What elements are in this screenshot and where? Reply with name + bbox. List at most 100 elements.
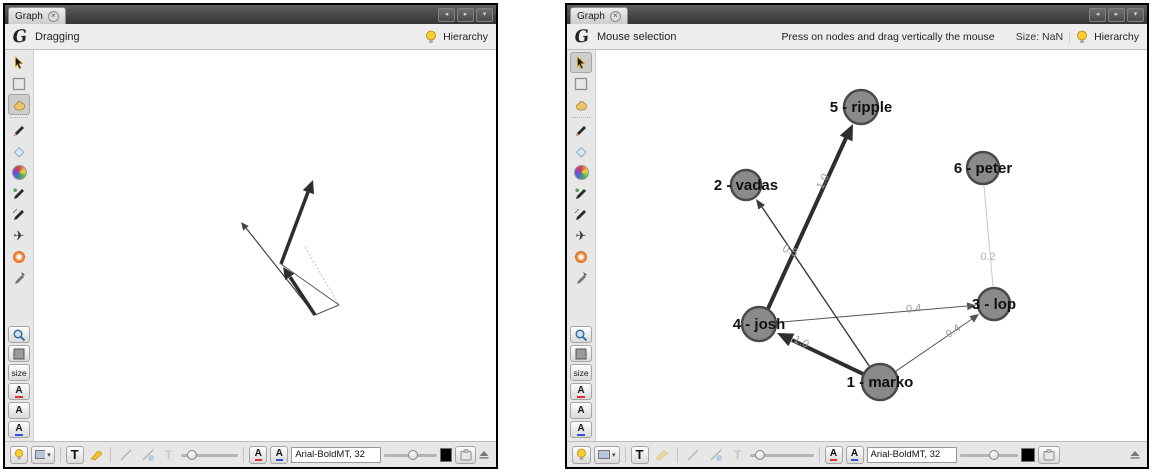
size-mode-button[interactable]: size (8, 364, 30, 381)
color-wheel-icon (12, 165, 27, 180)
tab-label: Graph (15, 11, 43, 22)
label-color-mode-button[interactable]: A (8, 383, 30, 400)
label-size-mode-button[interactable]: A (570, 421, 592, 438)
heatmap-button[interactable] (8, 246, 30, 267)
edge-marko-josh (290, 277, 315, 315)
screenshot-button[interactable] (1038, 446, 1060, 464)
label-plain-mode-button[interactable]: A (570, 402, 592, 419)
edge-line-option-button[interactable] (683, 446, 703, 464)
edge-label-option-button[interactable]: T (729, 446, 747, 464)
cursor-tool-button[interactable] (570, 52, 592, 73)
show-node-labels-button[interactable]: T (631, 446, 649, 464)
screenshot-icon (459, 448, 472, 461)
edge-color-option-button[interactable] (138, 446, 157, 464)
tab-graph[interactable]: Graph × (570, 7, 628, 24)
edge-scale-slider[interactable] (181, 449, 239, 461)
edge-pencil-button[interactable] (570, 204, 592, 225)
edge-pencil-button[interactable] (8, 204, 30, 225)
shortest-path-button[interactable]: ✈ (570, 225, 592, 246)
edge-josh-ripple (761, 138, 846, 324)
label-size-slider[interactable] (960, 449, 1018, 461)
slider-knob[interactable] (755, 450, 765, 460)
zoom-tool-button[interactable] (570, 326, 592, 343)
tab-scroll-right-button[interactable]: ▸ (1108, 8, 1125, 22)
show-edges-button[interactable] (87, 446, 106, 464)
graph-canvas[interactable] (34, 50, 496, 441)
size-mode-button[interactable]: size (570, 364, 592, 381)
labels-light-button[interactable] (572, 446, 591, 464)
node-label-font-button[interactable]: A (270, 446, 288, 464)
graph-svg: 1.0 0.5 1.0 0.4 0.4 0.2 5 - ripple 2 - v… (596, 50, 1147, 441)
slider-knob[interactable] (408, 450, 418, 460)
label-size-slider[interactable] (384, 449, 436, 461)
painter-tool-button[interactable] (570, 120, 592, 141)
collapse-toolbar-button[interactable] (479, 450, 491, 459)
graph-node-lop[interactable]: 3 - lop (972, 288, 1016, 320)
color-tool-button[interactable] (8, 162, 30, 183)
background-combo[interactable]: ▾ (31, 446, 55, 464)
collapse-toolbar-button[interactable] (1130, 450, 1142, 459)
node-label-color-button[interactable]: A (825, 446, 843, 464)
labels-light-button[interactable] (10, 446, 28, 464)
edge-color-option-button[interactable] (706, 446, 726, 464)
slider-knob[interactable] (187, 450, 197, 460)
font-field[interactable] (291, 447, 381, 463)
hierarchy-label[interactable]: Hierarchy (1094, 31, 1139, 43)
graph-node-peter[interactable]: 6 - peter (954, 152, 1013, 184)
cursor-icon (574, 56, 588, 70)
label-color-swatch[interactable] (1021, 448, 1035, 462)
node-label-color-button[interactable]: A (249, 446, 267, 464)
tab-graph[interactable]: Graph × (8, 7, 66, 24)
rectangle-selection-button[interactable] (8, 73, 30, 94)
show-edges-button[interactable] (652, 446, 672, 464)
edge-influence-button[interactable] (8, 267, 30, 288)
heatmap-button[interactable] (570, 246, 592, 267)
hierarchy-label[interactable]: Hierarchy (443, 31, 488, 43)
view-tools: size A A A (8, 326, 30, 441)
zoom-tool-button[interactable] (8, 326, 30, 343)
edge-marko-lop (315, 305, 339, 315)
tab-list-button[interactable]: ▾ (476, 8, 493, 22)
graph-canvas[interactable]: 1.0 0.5 1.0 0.4 0.4 0.2 5 - ripple 2 - v… (596, 50, 1147, 441)
rectangle-selection-button[interactable] (570, 73, 592, 94)
arrowhead-marko-vadas (756, 199, 765, 210)
edge-scale-slider[interactable] (750, 449, 814, 461)
background-color-button[interactable] (570, 345, 592, 362)
cursor-tool-button[interactable] (8, 52, 30, 73)
edge-label-option-button[interactable]: T (160, 446, 178, 464)
tab-scroll-right-button[interactable]: ▸ (457, 8, 474, 22)
label-color-mode-button[interactable]: A (570, 383, 592, 400)
tab-scroll-left-button[interactable]: ◂ (1089, 8, 1106, 22)
tab-close-icon[interactable]: × (48, 11, 59, 22)
tab-list-button[interactable]: ▾ (1127, 8, 1144, 22)
node-label-font-button[interactable]: A (846, 446, 864, 464)
node-pencil-button[interactable] (8, 183, 30, 204)
color-tool-button[interactable] (570, 162, 592, 183)
drag-tool-button[interactable] (8, 94, 30, 115)
graph-node-ripple[interactable]: 5 - ripple (830, 90, 893, 124)
graph-node-vadas[interactable]: 2 - vadas (714, 170, 778, 200)
sizer-tool-button[interactable] (570, 141, 592, 162)
tab-close-icon[interactable]: × (610, 11, 621, 22)
background-combo[interactable]: ▾ (594, 446, 620, 464)
drag-tool-button[interactable] (570, 94, 592, 115)
graph-node-josh[interactable]: 4 - josh (733, 307, 786, 341)
background-color-button[interactable] (8, 345, 30, 362)
shortest-path-button[interactable]: ✈ (8, 225, 30, 246)
tab-scroll-left-button[interactable]: ◂ (438, 8, 455, 22)
edge-line-option-button[interactable] (116, 446, 135, 464)
lightbulb-icon (576, 448, 587, 461)
show-node-labels-button[interactable]: T (66, 446, 84, 464)
label-size-mode-button[interactable]: A (8, 421, 30, 438)
background-thumb-icon (35, 450, 45, 459)
screenshot-stage: Graph × ◂ ▸ ▾ G Dragging Hierarchy (0, 0, 1152, 475)
sizer-tool-button[interactable] (8, 141, 30, 162)
font-field[interactable] (867, 447, 957, 463)
edge-influence-button[interactable] (570, 267, 592, 288)
label-plain-mode-button[interactable]: A (8, 402, 30, 419)
slider-knob[interactable] (989, 450, 999, 460)
node-pencil-button[interactable] (570, 183, 592, 204)
painter-tool-button[interactable] (8, 120, 30, 141)
label-color-swatch[interactable] (440, 448, 453, 462)
screenshot-button[interactable] (455, 446, 476, 464)
